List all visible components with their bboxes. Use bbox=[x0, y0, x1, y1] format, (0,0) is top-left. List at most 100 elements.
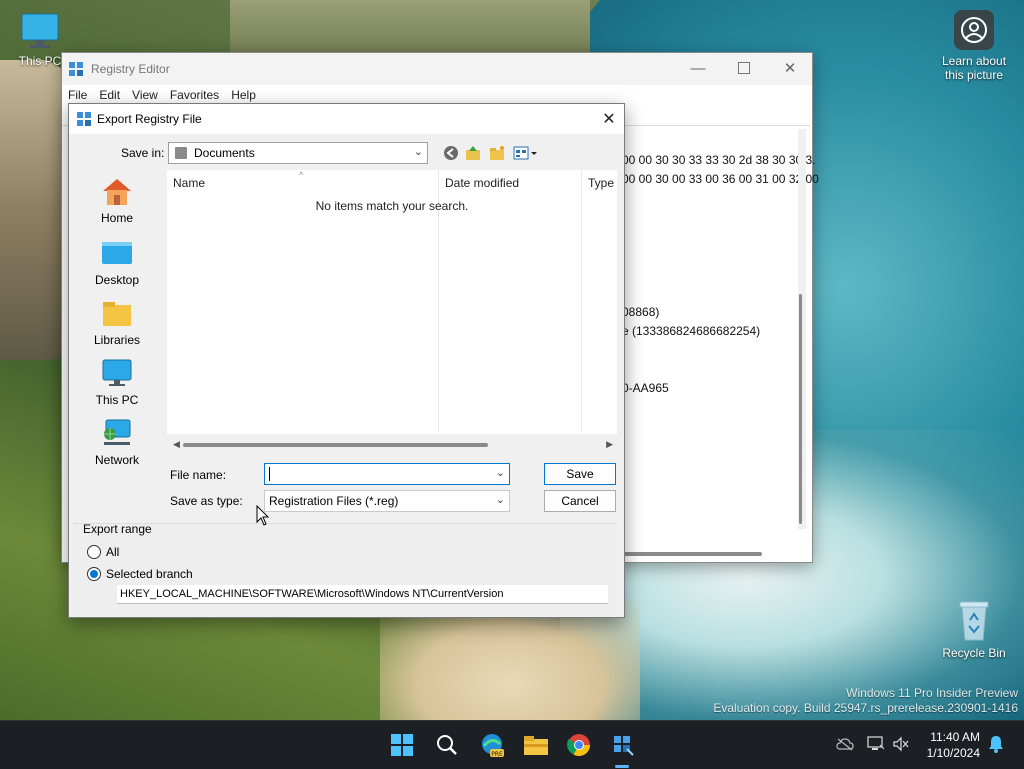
search-button[interactable] bbox=[431, 729, 463, 761]
save-as-type-label: Save as type: bbox=[170, 494, 243, 508]
place-label: Libraries bbox=[93, 333, 141, 347]
place-libraries[interactable]: Libraries bbox=[69, 298, 165, 347]
radio-all-label[interactable]: All bbox=[106, 545, 119, 559]
new-folder-button[interactable] bbox=[489, 145, 505, 161]
network-icon bbox=[104, 419, 131, 445]
watermark-line-1: Windows 11 Pro Insider Preview bbox=[846, 686, 1018, 700]
desktop-icon-learn-about-picture[interactable]: Learn about this picture bbox=[934, 10, 1014, 82]
value-data-cell[interactable]: 0-AA965 bbox=[622, 381, 669, 395]
value-data-cell[interactable]: 08868) bbox=[622, 305, 659, 319]
radio-selected-branch-label[interactable]: Selected branch bbox=[106, 567, 193, 581]
file-explorer-icon bbox=[524, 736, 548, 755]
place-label: This PC bbox=[95, 393, 139, 407]
taskbar: PRE 11:40 AM 1/10/2024 bbox=[0, 720, 1024, 769]
recycle-bin-icon bbox=[954, 598, 994, 642]
file-name-label: File name: bbox=[170, 468, 227, 482]
menu-view[interactable]: View bbox=[132, 88, 158, 102]
scrollbar-thumb[interactable] bbox=[799, 294, 802, 524]
up-folder-button[interactable] bbox=[465, 145, 481, 161]
save-as-type-dropdown[interactable]: Registration Files (*.reg) ⌄ bbox=[264, 490, 510, 512]
branch-path-input[interactable]: HKEY_LOCAL_MACHINE\SOFTWARE\Microsoft\Wi… bbox=[117, 585, 608, 604]
chevron-down-icon: ⌄ bbox=[495, 494, 505, 506]
libraries-icon bbox=[103, 302, 131, 326]
start-button[interactable] bbox=[386, 729, 418, 761]
clock-date: 1/10/2024 bbox=[926, 746, 980, 760]
column-header-name[interactable]: Name bbox=[173, 176, 205, 190]
dialog-titlebar[interactable]: Export Registry File bbox=[69, 104, 624, 134]
volume-tray-icon[interactable] bbox=[892, 735, 910, 753]
radio-selected-branch[interactable] bbox=[87, 567, 101, 581]
desktop-icon-label: Learn about this picture bbox=[941, 54, 1007, 82]
close-button[interactable]: ✕ bbox=[767, 53, 813, 83]
up-folder-icon bbox=[466, 146, 480, 160]
place-home[interactable]: Home bbox=[69, 176, 165, 225]
file-list-horizontal-scrollbar[interactable]: ◀ ▶ bbox=[173, 439, 613, 450]
empty-list-message: No items match your search. bbox=[315, 199, 469, 213]
chrome-icon bbox=[567, 734, 590, 756]
camera-info-icon bbox=[954, 10, 994, 50]
save-button[interactable]: Save bbox=[544, 463, 616, 485]
save-in-dropdown[interactable]: Documents ⌄ bbox=[168, 142, 428, 164]
close-icon: ✕ bbox=[783, 60, 797, 77]
system-clock[interactable]: 11:40 AM 1/10/2024 bbox=[927, 729, 980, 761]
file-explorer-button[interactable] bbox=[520, 729, 552, 761]
value-data-cell[interactable]: e (133386824686682254) bbox=[622, 324, 760, 338]
save-as-type-value: Registration Files (*.reg) bbox=[269, 494, 399, 508]
places-bar: Home Desktop Libraries This PC Network bbox=[69, 170, 165, 470]
menu-edit[interactable]: Edit bbox=[99, 88, 120, 102]
chevron-down-icon[interactable]: ⌄ bbox=[496, 466, 505, 479]
regedit-taskbar-button[interactable] bbox=[607, 729, 639, 761]
place-desktop[interactable]: Desktop bbox=[69, 238, 165, 287]
value-data-cell[interactable]: 00 00 30 00 33 00 36 00 31 00 32 00 bbox=[622, 172, 819, 186]
new-folder-icon bbox=[490, 146, 504, 160]
chevron-down-icon: ⌄ bbox=[413, 146, 423, 158]
place-network[interactable]: Network bbox=[69, 418, 165, 467]
save-in-label: Save in: bbox=[121, 146, 165, 160]
save-in-value: Documents bbox=[194, 146, 255, 160]
view-menu-button[interactable] bbox=[513, 145, 539, 161]
back-button[interactable] bbox=[443, 145, 459, 161]
place-label: Desktop bbox=[94, 273, 140, 287]
export-range-group: Export range All Selected branch HKEY_LO… bbox=[73, 522, 617, 614]
svg-text:PRE: PRE bbox=[491, 751, 503, 758]
scrollbar-thumb[interactable] bbox=[183, 443, 488, 447]
network-tray-icon[interactable] bbox=[867, 735, 885, 753]
menu-help[interactable]: Help bbox=[231, 88, 256, 102]
value-data-cell[interactable]: 00 00 30 30 33 33 30 2d 38 30 30 3. bbox=[622, 153, 816, 167]
dialog-close-button[interactable]: ✕ bbox=[594, 104, 624, 134]
menu-file[interactable]: File bbox=[68, 88, 87, 102]
edge-pre-button[interactable]: PRE bbox=[476, 729, 508, 761]
view-menu-icon bbox=[513, 146, 537, 160]
place-this-pc[interactable]: This PC bbox=[69, 358, 165, 407]
home-icon bbox=[103, 179, 131, 205]
minimize-button[interactable]: — bbox=[675, 53, 721, 83]
sort-up-icon: ^ bbox=[299, 170, 304, 180]
this-pc-icon bbox=[102, 359, 132, 386]
start-icon bbox=[391, 734, 413, 756]
regedit-app-icon bbox=[69, 62, 83, 76]
clock-time: 11:40 AM bbox=[930, 730, 980, 744]
edge-pre-icon: PRE bbox=[482, 734, 504, 758]
export-range-title: Export range bbox=[83, 522, 152, 536]
regedit-vertical-scrollbar[interactable] bbox=[798, 129, 806, 529]
cancel-button[interactable]: Cancel bbox=[544, 490, 616, 512]
regedit-horizontal-scrollbar[interactable] bbox=[620, 552, 762, 556]
maximize-button[interactable] bbox=[721, 53, 767, 83]
column-header-type[interactable]: Type bbox=[588, 176, 614, 190]
notification-bell-icon[interactable] bbox=[987, 735, 1005, 753]
watermark-line-2: Evaluation copy. Build 25947.rs_prerelea… bbox=[713, 701, 1018, 715]
menu-favorites[interactable]: Favorites bbox=[170, 88, 219, 102]
chrome-button[interactable] bbox=[563, 729, 595, 761]
scroll-right-icon[interactable]: ▶ bbox=[606, 439, 613, 450]
radio-all[interactable] bbox=[87, 545, 101, 559]
desktop-icon-recycle-bin[interactable]: Recycle Bin bbox=[934, 598, 1014, 660]
text-caret bbox=[269, 467, 270, 481]
place-label: Network bbox=[94, 453, 139, 467]
monitor-icon bbox=[19, 10, 61, 52]
onedrive-tray-icon[interactable] bbox=[836, 735, 854, 753]
file-list[interactable]: Name ^ Date modified Type No items match… bbox=[167, 170, 617, 449]
scroll-left-icon[interactable]: ◀ bbox=[173, 439, 180, 450]
file-name-input[interactable]: ⌄ bbox=[264, 463, 510, 485]
column-header-date-modified[interactable]: Date modified bbox=[445, 176, 519, 190]
regedit-icon bbox=[614, 736, 634, 756]
